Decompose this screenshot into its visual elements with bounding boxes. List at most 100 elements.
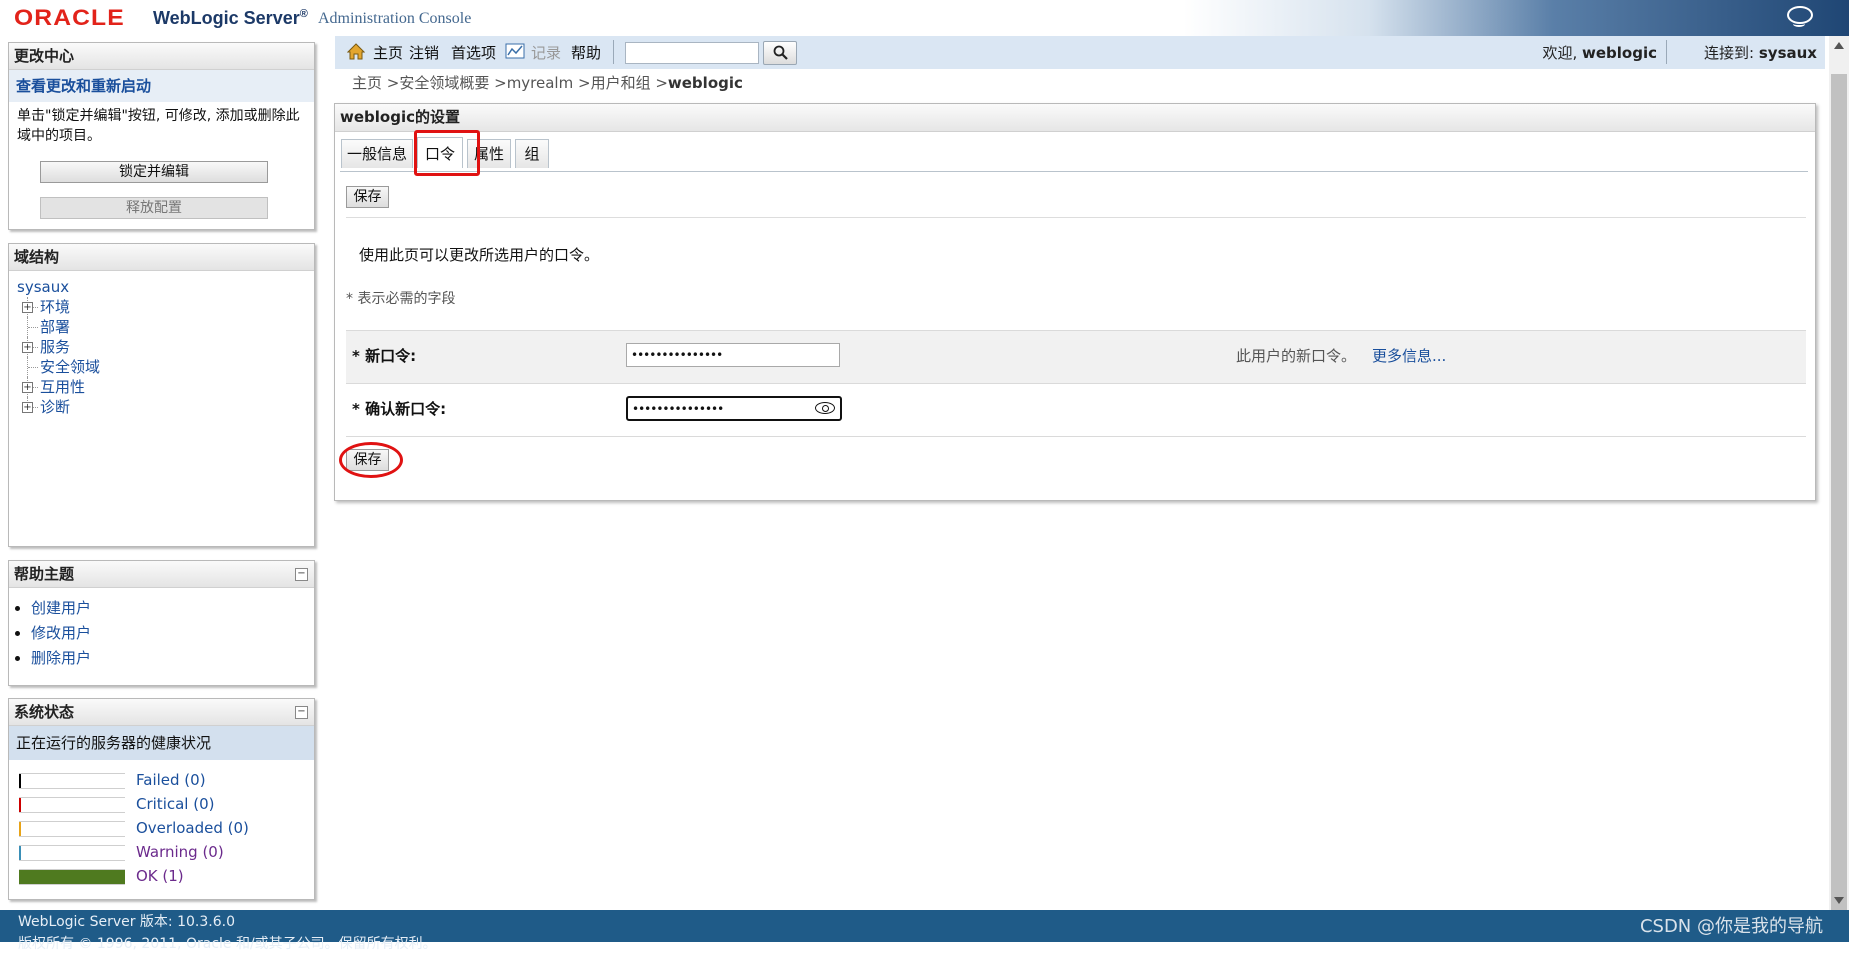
health-accent: [19, 846, 21, 860]
settings-panel: weblogic的设置 一般信息 口令 属性 组 保存 使用此页可以更改所选用户…: [334, 103, 1816, 501]
health-label-failed[interactable]: Failed (0): [136, 771, 206, 789]
footer-copyright: 版权所有 © 1996, 2011, Oracle 和/或其子公司。保留所有权利…: [18, 936, 437, 952]
health-row-failed: Failed (0): [9, 768, 314, 792]
footer-version: WebLogic Server 版本: 10.3.6.0: [18, 914, 235, 930]
connected-domain: sysaux: [1758, 44, 1817, 62]
expand-icon[interactable]: +: [22, 382, 33, 393]
help-topic-item: 修改用户: [31, 621, 314, 646]
change-center-panel: 更改中心 查看更改和重新启动 单击"锁定并编辑"按钮, 可修改, 添加或删除此域…: [8, 42, 315, 230]
health-accent: [19, 822, 21, 836]
confirm-password-field[interactable]: •••••••••••••••: [626, 396, 842, 421]
new-password-field[interactable]: •••••••••••••••: [626, 343, 840, 367]
breadcrumb-myrealm[interactable]: myrealm >: [507, 74, 591, 92]
health-row-ok: OK (1): [9, 864, 314, 888]
help-topics-list: 创建用户 修改用户 删除用户: [9, 596, 314, 671]
toolbar-separator: [613, 40, 614, 64]
view-changes-link[interactable]: 查看更改和重新启动: [9, 70, 314, 102]
oracle-logo: ORACLE: [14, 5, 125, 30]
breadcrumb: 主页 >安全领域概要 >myrealm >用户和组 >weblogic: [352, 72, 743, 93]
divider: [346, 217, 1806, 218]
breadcrumb-home[interactable]: 主页 >: [352, 74, 399, 92]
tree-item-label[interactable]: 互用性: [40, 377, 85, 397]
search-input[interactable]: [625, 42, 759, 64]
welcome-label: 欢迎,: [1542, 44, 1578, 62]
registered-mark: ®: [299, 8, 308, 20]
scroll-up-arrow-icon[interactable]: [1834, 42, 1844, 49]
annotation-ellipse: [339, 442, 403, 478]
toolbar-preferences-link[interactable]: 首选项: [451, 42, 496, 63]
welcome-user: weblogic: [1582, 44, 1657, 62]
new-password-label: * 新口令:: [352, 347, 417, 365]
record-icon[interactable]: [505, 43, 525, 59]
health-bar: [19, 797, 125, 813]
release-config-button: 释放配置: [40, 197, 268, 219]
search-button[interactable]: [763, 41, 797, 65]
health-label-warning[interactable]: Warning (0): [136, 843, 224, 861]
more-info-link[interactable]: 更多信息...: [1372, 345, 1446, 366]
required-fields-note: * 表示必需的字段: [346, 291, 456, 307]
tab-groups[interactable]: 组: [515, 139, 549, 168]
watermark: CSDN @你是我的导航: [1639, 916, 1823, 937]
tree-item-interoperability: + 互用性: [13, 377, 314, 397]
toolbar-home-link[interactable]: 主页: [373, 42, 403, 63]
toolbar-separator-2: [1666, 40, 1667, 64]
system-status-title: 系统状态: [9, 699, 314, 726]
show-password-eye-icon[interactable]: [815, 402, 835, 414]
vertical-scrollbar[interactable]: [1829, 36, 1849, 919]
tab-divider: [340, 171, 1808, 172]
tab-general[interactable]: 一般信息: [341, 139, 413, 168]
toolbar-record-link[interactable]: 记录: [531, 42, 561, 63]
toolbar-logout-link[interactable]: 注销: [409, 42, 439, 63]
health-accent: [19, 774, 21, 788]
toolbar-help-link[interactable]: 帮助: [571, 42, 601, 63]
new-password-help: 此用户的新口令。: [1236, 347, 1357, 365]
confirm-password-row: * 确认新口令: •••••••••••••••: [346, 383, 1806, 437]
console-name: Administration Console: [318, 10, 472, 27]
tree-item-services: + 服务: [13, 337, 314, 357]
minimize-icon[interactable]: −: [295, 568, 308, 581]
system-status-subtitle: 正在运行的服务器的健康状况: [9, 726, 314, 760]
new-password-row: * 新口令: ••••••••••••••• 此用户的新口令。 更多信息...: [346, 330, 1806, 383]
health-label-ok[interactable]: OK (1): [136, 867, 184, 885]
expand-icon[interactable]: +: [22, 302, 33, 313]
expand-icon[interactable]: +: [22, 342, 33, 353]
change-center-title: 更改中心: [9, 43, 314, 70]
scroll-down-arrow-icon[interactable]: [1834, 897, 1844, 904]
tree-item-label[interactable]: 部署: [40, 317, 70, 337]
tree-item-label[interactable]: 安全领域: [40, 357, 100, 377]
home-icon[interactable]: [347, 43, 365, 60]
help-topics-title: 帮助主题: [9, 561, 314, 588]
tree-root-label[interactable]: sysaux: [17, 277, 69, 297]
change-center-description: 单击"锁定并编辑"按钮, 可修改, 添加或删除此域中的项目。: [17, 108, 300, 144]
breadcrumb-current: weblogic: [667, 74, 743, 92]
tree-item-label[interactable]: 诊断: [40, 397, 70, 417]
minimize-icon[interactable]: −: [295, 706, 308, 719]
health-bar: [19, 821, 125, 837]
tree-root: sysaux: [13, 277, 314, 297]
help-topic-create-user[interactable]: 创建用户: [31, 599, 91, 617]
domain-structure-panel: 域结构 sysaux + 环境 部署 + 服务 安全领域 + 互用性 + 诊断: [8, 243, 315, 547]
breadcrumb-realms[interactable]: 安全领域概要 >: [399, 74, 506, 92]
tree-item-label[interactable]: 环境: [40, 297, 70, 317]
lock-and-edit-button[interactable]: 锁定并编辑: [40, 161, 268, 183]
settings-title: weblogic的设置: [335, 104, 1815, 132]
connected-text: 连接到: sysaux: [1704, 42, 1817, 63]
help-topics-panel: 帮助主题 − 创建用户 修改用户 删除用户: [8, 560, 315, 686]
tree-item-security-realms: 安全领域: [13, 357, 314, 377]
breadcrumb-users-groups[interactable]: 用户和组 >: [591, 74, 668, 92]
health-row-warning: Warning (0): [9, 840, 314, 864]
help-topic-delete-user[interactable]: 删除用户: [31, 649, 91, 667]
header-help-icon[interactable]: [1787, 6, 1813, 27]
tree-item-label[interactable]: 服务: [40, 337, 70, 357]
expand-icon[interactable]: +: [22, 402, 33, 413]
product-name: WebLogic Server®: [153, 8, 308, 29]
health-label-critical[interactable]: Critical (0): [136, 795, 214, 813]
health-label-overloaded[interactable]: Overloaded (0): [136, 819, 249, 837]
tree-item-diagnostics: + 诊断: [13, 397, 314, 417]
scrollbar-thumb[interactable]: [1831, 74, 1847, 919]
help-topic-modify-user[interactable]: 修改用户: [31, 624, 91, 642]
tree-item-deployments: 部署: [13, 317, 314, 337]
connected-label: 连接到:: [1704, 44, 1755, 62]
save-button-top[interactable]: 保存: [346, 186, 389, 208]
tree-item-environment: + 环境: [13, 297, 314, 317]
